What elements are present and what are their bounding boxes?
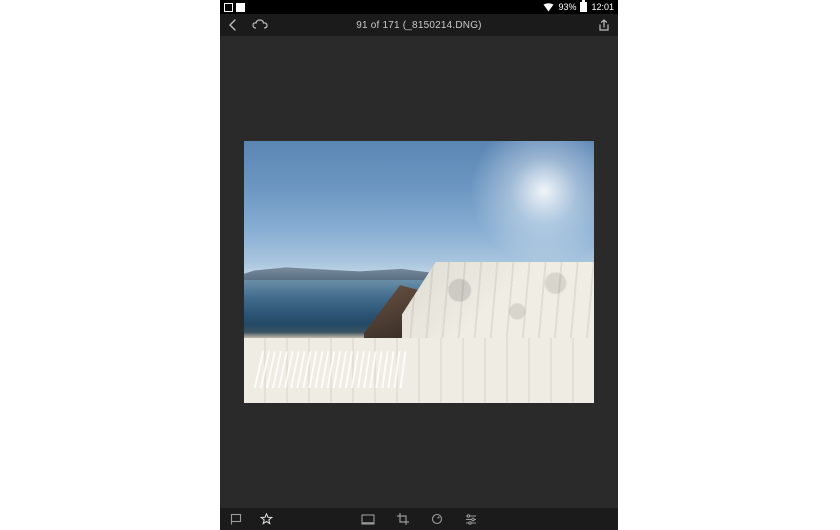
app-header: 91 of 171 (_8150214.DNG) bbox=[220, 14, 618, 36]
status-bar: 93% 12:01 bbox=[220, 0, 618, 14]
crop-button[interactable] bbox=[397, 513, 409, 525]
status-right-cluster: 93% 12:01 bbox=[543, 2, 614, 12]
share-button[interactable] bbox=[598, 19, 610, 32]
wifi-icon bbox=[543, 3, 554, 12]
notification-icon bbox=[236, 3, 245, 12]
back-button[interactable] bbox=[228, 19, 238, 31]
bottom-toolbar bbox=[220, 508, 618, 530]
presets-button[interactable] bbox=[431, 513, 443, 525]
star-button[interactable] bbox=[260, 513, 273, 525]
notification-icon bbox=[224, 3, 233, 12]
cloud-sync-button[interactable] bbox=[252, 19, 268, 31]
adjust-button[interactable] bbox=[465, 513, 477, 525]
flag-button[interactable] bbox=[230, 513, 242, 525]
battery-icon bbox=[580, 2, 587, 12]
filmstrip-button[interactable] bbox=[361, 513, 375, 525]
status-left-icons bbox=[224, 3, 245, 12]
photo-image bbox=[244, 141, 594, 403]
tablet-app-frame: 93% 12:01 91 of 171 (_8150214.DNG) bbox=[220, 0, 618, 530]
battery-percent: 93% bbox=[558, 2, 576, 12]
photo-viewer[interactable] bbox=[220, 36, 618, 508]
clock: 12:01 bbox=[591, 2, 614, 12]
page-title: 91 of 171 (_8150214.DNG) bbox=[220, 20, 618, 31]
